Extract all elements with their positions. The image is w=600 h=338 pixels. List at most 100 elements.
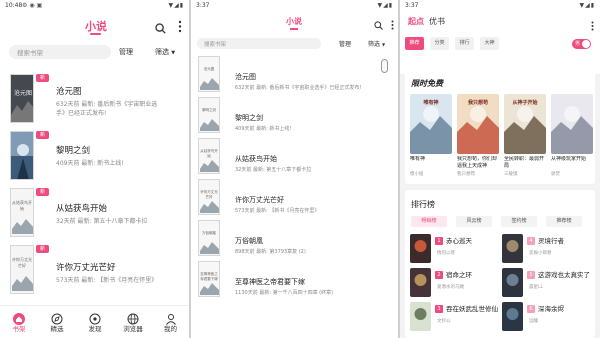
book-author: 文抄公 bbox=[437, 319, 451, 324]
book-cover: 唯有神 bbox=[410, 94, 452, 154]
free-book-card[interactable]: 我只想苟 我只想苟，你们却逼我上天成神 我只想苟 bbox=[457, 94, 499, 179]
rank-number: 6 bbox=[527, 305, 535, 313]
list-item[interactable]: 万俗朝凰 万俗朝凰 898天前 最新: 第3793章复 (2) bbox=[191, 220, 398, 258]
book-title: 从姑获鸟开始 bbox=[56, 204, 108, 214]
rank-number: 4 bbox=[527, 237, 535, 245]
shelf-screen-middle: 3:37 ▼◢▮ 小说 搜索书架 管理 筛选 ▼ 沧元图 沧元图 632天前 最新:… bbox=[191, 0, 398, 338]
rank-item[interactable]: 5 这游戏也太真实了 晨星LL bbox=[502, 268, 590, 298]
search-placeholder: 搜索书架 bbox=[17, 49, 43, 57]
rank-item[interactable]: 4 灵境行者 卖报小郎君 bbox=[502, 234, 590, 264]
free-book-card[interactable]: 从神级玩家开始 骄焚 bbox=[551, 94, 593, 179]
free-section: 限时免费 唯有神 唯有神 傻小妞 我只想苟 我只想苟，你们却逼我上天成神 我只想苟 从神子开… bbox=[405, 68, 595, 184]
book-author: 我只想苟 bbox=[457, 172, 475, 177]
cover-title: 黎明之剑 bbox=[202, 107, 216, 112]
chip-category[interactable]: 分类 bbox=[430, 37, 449, 50]
book-author: 卖报小郎君 bbox=[529, 251, 552, 256]
more-icon[interactable] bbox=[178, 18, 182, 33]
book-author: 远瞳 bbox=[529, 319, 538, 324]
book-update: 632天前 最新: 番后新书《宇宙职业选 bbox=[56, 101, 158, 108]
page-title[interactable]: 小说 bbox=[286, 16, 302, 27]
filter-button[interactable]: 筛选 ▼ bbox=[368, 39, 385, 48]
chip-master[interactable]: 大神 bbox=[480, 37, 499, 50]
book-cover: 沧元图 bbox=[198, 56, 220, 92]
cover-title: 沧元图 bbox=[203, 66, 215, 71]
list-item[interactable]: 新 黎明之剑 409天前 最新: 新书上线! bbox=[0, 131, 189, 181]
chevron-down-icon: ▼ bbox=[171, 50, 176, 56]
search-icon[interactable] bbox=[155, 19, 166, 34]
book-title: 深海余烬 bbox=[538, 305, 564, 313]
bottom-tab-bar: 书架 精选 发现 浏览器 我的 bbox=[0, 305, 189, 338]
book-author: 情何以甚 bbox=[437, 251, 455, 256]
chip-recommend[interactable]: 推荐 bbox=[405, 37, 424, 50]
signal-battery-icon: ▼◢▮ bbox=[377, 2, 393, 9]
page-title[interactable]: 小说 bbox=[85, 18, 107, 34]
search-icon[interactable] bbox=[374, 15, 383, 30]
free-book-card[interactable]: 唯有神 唯有神 傻小妞 bbox=[410, 94, 452, 179]
tab-browser[interactable]: 浏览器 bbox=[114, 306, 152, 338]
list-item[interactable]: 从姑获鸟开始 新 从姑获鸟开始 32天前 最新: 第五十八章下都卡拉 bbox=[0, 188, 189, 238]
tab-bookshelf[interactable]: 书架 bbox=[0, 306, 38, 338]
list-item[interactable]: 沧元图 新 沧元图 632天前 最新: 番后新书《宇宙职业选 手》已经正式发布! bbox=[0, 74, 189, 124]
list-item[interactable]: 许你万丈光芒好 新 许你万丈光芒好 573天前 最新: 【新书《月亮在怀里》 bbox=[0, 245, 189, 295]
tab-featured[interactable]: 精选 bbox=[38, 306, 76, 338]
book-cover bbox=[551, 94, 593, 154]
free-book-card[interactable]: 从神子开始 全民转职：最弱开局 三棱镜 bbox=[504, 94, 546, 179]
book-title: 唯有神 bbox=[410, 156, 426, 162]
new-badge: 新 bbox=[36, 74, 49, 82]
rank-tab-signed[interactable]: 签约榜 bbox=[501, 216, 537, 227]
more-icon[interactable] bbox=[391, 15, 394, 30]
list-item[interactable]: 黎明之剑 黎明之剑 409天前 最新: 新书上线! bbox=[191, 97, 398, 135]
new-badge: 新 bbox=[36, 245, 49, 253]
book-title: 许你万丈光芒好 bbox=[235, 196, 284, 204]
search-input[interactable]: 搜索书架 bbox=[197, 38, 321, 49]
cover-title: 唯有神 bbox=[423, 100, 439, 106]
cover-title: 从神子开始 bbox=[512, 100, 538, 106]
shelf-screen-left: 10:48 ⚙◉▣ ▼◢▮ 小说 搜索书架 管理 筛选 ▼ 沧元图 新 沧元图 … bbox=[0, 0, 189, 338]
rank-number: 3 bbox=[435, 305, 443, 313]
rank-item[interactable]: 6 深海余烬远瞳 bbox=[502, 302, 590, 332]
tab-youshu[interactable]: 优书 bbox=[429, 16, 445, 27]
tab-discover[interactable]: 发现 bbox=[76, 306, 114, 338]
rank-tab-trending[interactable]: 风云榜 bbox=[456, 216, 492, 227]
rank-tab-recommended[interactable]: 推荐榜 bbox=[546, 216, 582, 227]
list-item[interactable]: 至尊神医之帝君要下嫁 至尊神医之帝君要下嫁 1130天前 最新: 第一千八百四十四章… bbox=[191, 261, 398, 299]
cover-title: 沧元图 bbox=[14, 89, 32, 97]
book-cover: 从姑获鸟开始 bbox=[10, 188, 34, 237]
rank-item[interactable]: 1 赤心巡天 情何以甚 bbox=[410, 234, 498, 264]
manage-button[interactable]: 管理 bbox=[339, 39, 351, 48]
gender-toggle[interactable]: 男 bbox=[572, 39, 591, 49]
rank-number: 5 bbox=[527, 271, 535, 279]
book-cover: 许你万丈光芒好 bbox=[198, 179, 220, 215]
list-item[interactable]: 许你万丈光芒好 许你万丈光芒好 573天前 最新: 【新书《月亮在怀里》 bbox=[191, 179, 398, 217]
list-item[interactable]: 从姑获鸟开始 从姑获鸟开始 32天前 最新: 第五十八章下都卡拉 bbox=[191, 138, 398, 176]
book-cover bbox=[502, 268, 523, 297]
brand-tab[interactable]: 起点 bbox=[408, 16, 424, 27]
book-update: 898天前 最新: 第3793章复 (2) bbox=[235, 249, 306, 255]
status-bar: 3:37 ▼◢▮ bbox=[400, 0, 600, 12]
book-update: 1130天前 最新: 第一千八百四十四章 (终章) bbox=[235, 290, 334, 296]
book-cover bbox=[410, 268, 431, 297]
list-item[interactable]: 沧元图 沧元图 632天前 最新: 番后新书《宇宙职业选手》已经正式发布! bbox=[191, 56, 398, 94]
book-title: 许你万丈光芒好 bbox=[56, 263, 116, 273]
manage-button[interactable]: 管理 bbox=[119, 47, 133, 57]
more-icon[interactable] bbox=[591, 16, 594, 31]
new-badge: 新 bbox=[36, 131, 49, 139]
rank-item[interactable]: 3 吞在妖武乱世修仙 文抄公 bbox=[410, 302, 498, 332]
chip-rank[interactable]: 排行 bbox=[455, 37, 474, 50]
book-cover: 从姑获鸟开始 bbox=[198, 138, 220, 174]
search-input[interactable]: 搜索书架 bbox=[9, 45, 111, 59]
toggle-label: 男 bbox=[575, 41, 581, 47]
book-title: 我只想苟，你们却逼我上天成神 bbox=[457, 156, 498, 169]
book-title: 至尊神医之帝君要下嫁 bbox=[235, 278, 305, 286]
new-badge: 新 bbox=[36, 188, 49, 196]
rank-tab-bestseller[interactable]: 畅销榜 bbox=[411, 216, 447, 227]
book-title: 万俗朝凰 bbox=[235, 237, 263, 245]
tab-mine[interactable]: 我的 bbox=[152, 306, 189, 338]
toggle-knob bbox=[582, 40, 590, 48]
rank-item[interactable]: 2 宿命之环 爱潜水的乌贼 bbox=[410, 268, 498, 298]
cover-title: 至尊神医之帝君要下嫁 bbox=[200, 271, 218, 281]
filter-button[interactable]: 筛选 ▼ bbox=[155, 47, 175, 57]
book-cover: 沧元图 bbox=[10, 74, 34, 123]
tab-label: 浏览器 bbox=[123, 325, 143, 333]
filter-label: 筛选 bbox=[155, 48, 169, 56]
